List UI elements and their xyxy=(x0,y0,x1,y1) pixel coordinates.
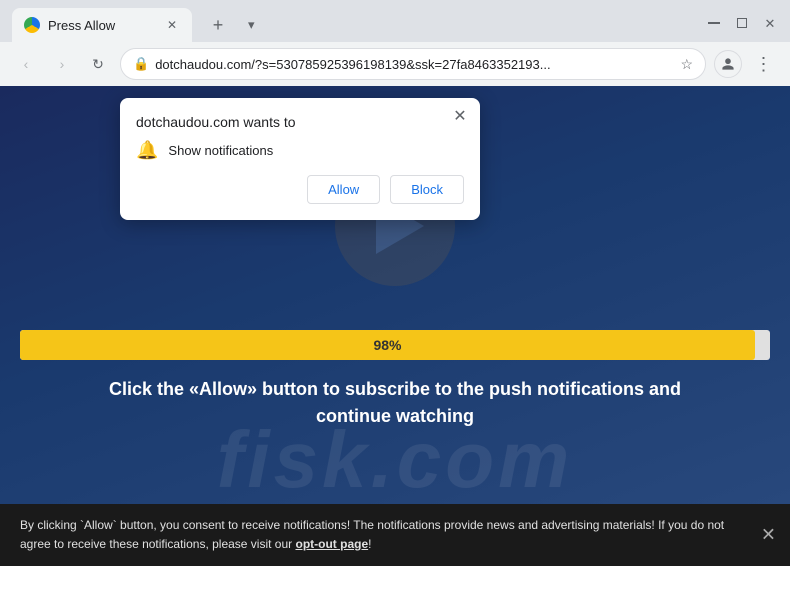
tab-title: Press Allow xyxy=(48,18,156,33)
address-bar: ‹ › ↻ 🔒 dotchaudou.com/?s=53078592539619… xyxy=(0,42,790,86)
allow-highlight: «Allow» xyxy=(189,379,257,399)
instruction-text: Click the «Allow» button to subscribe to… xyxy=(0,376,790,430)
tab-close-button[interactable]: ✕ xyxy=(164,17,180,33)
window-controls: ✕ xyxy=(706,15,778,35)
page-content: fisk.com ✕ dotchaudou.com wants to 🔔 Sho… xyxy=(0,86,790,566)
popup-close-button[interactable]: ✕ xyxy=(450,106,470,126)
bottom-banner: By clicking `Allow` button, you consent … xyxy=(0,504,790,566)
bookmark-icon[interactable]: ☆ xyxy=(680,56,693,73)
banner-text-after: ! xyxy=(368,537,371,551)
permission-row: 🔔 Show notifications xyxy=(136,140,464,161)
forward-button[interactable]: › xyxy=(48,50,76,78)
instruction-content: Click the «Allow» button to subscribe to… xyxy=(109,379,681,426)
popup-buttons: Allow Block xyxy=(136,175,464,204)
progress-text: 98% xyxy=(373,337,401,353)
popup-title: dotchaudou.com wants to xyxy=(136,114,464,130)
address-input[interactable]: 🔒 dotchaudou.com/?s=530785925396198139&s… xyxy=(120,48,706,80)
tab-favicon xyxy=(24,17,40,33)
maximize-button[interactable] xyxy=(734,15,750,31)
browser-tab[interactable]: Press Allow ✕ xyxy=(12,8,192,42)
title-bar: Press Allow ✕ + ▾ ✕ xyxy=(0,0,790,42)
browser-chrome: Press Allow ✕ + ▾ ✕ ‹ › ↻ 🔒 dotchaudou.c… xyxy=(0,0,790,86)
refresh-button[interactable]: ↻ xyxy=(84,50,112,78)
allow-button[interactable]: Allow xyxy=(307,175,380,204)
block-button[interactable]: Block xyxy=(390,175,464,204)
back-button[interactable]: ‹ xyxy=(12,50,40,78)
banner-close-button[interactable]: ✕ xyxy=(761,520,776,549)
permission-label: Show notifications xyxy=(168,143,273,158)
opt-out-link[interactable]: opt-out page xyxy=(295,537,368,551)
progress-bar-fill: 98% xyxy=(20,330,755,360)
banner-text-before: By clicking `Allow` button, you consent … xyxy=(20,518,724,551)
menu-button[interactable]: ⋮ xyxy=(750,50,778,78)
minimize-button[interactable] xyxy=(706,15,722,31)
lock-icon: 🔒 xyxy=(133,56,149,72)
close-button[interactable]: ✕ xyxy=(762,15,778,31)
profile-button[interactable] xyxy=(714,50,742,78)
new-tab-button[interactable]: + xyxy=(204,11,232,39)
url-display: dotchaudou.com/?s=530785925396198139&ssk… xyxy=(155,57,674,72)
bell-icon: 🔔 xyxy=(136,140,158,161)
notification-popup: ✕ dotchaudou.com wants to 🔔 Show notific… xyxy=(120,98,480,220)
tab-dropdown-button[interactable]: ▾ xyxy=(248,17,255,33)
progress-bar-container: 98% xyxy=(20,330,770,360)
